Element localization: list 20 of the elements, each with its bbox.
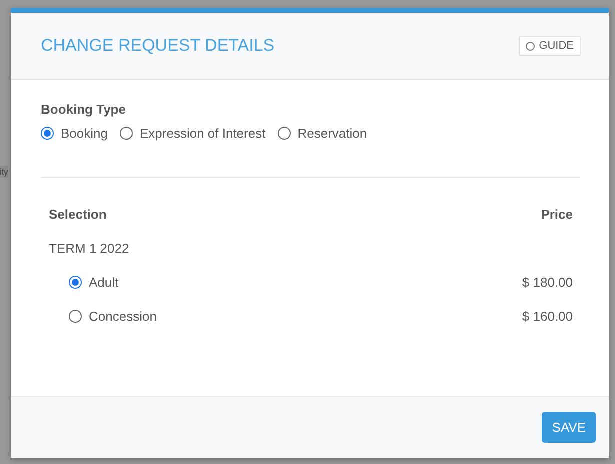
radio-label[interactable]: Adult xyxy=(89,275,119,290)
price-text: $ 160.00 xyxy=(522,309,573,324)
group-label: TERM 1 2022 xyxy=(49,241,130,256)
radio-button[interactable] xyxy=(69,276,82,289)
field-label: Booking Type xyxy=(41,102,127,117)
radio-label[interactable]: Reservation xyxy=(298,126,368,141)
radio-button[interactable] xyxy=(120,127,133,140)
background-text: ity xyxy=(0,166,8,178)
radio-label[interactable]: Booking xyxy=(61,126,108,141)
column-header: Selection xyxy=(49,207,107,222)
radio-button[interactable] xyxy=(41,127,54,140)
radio-label[interactable]: Concession xyxy=(89,309,157,324)
column-header: Price xyxy=(541,207,573,222)
dialog-title: CHANGE REQUEST DETAILS xyxy=(41,36,275,56)
radio-button[interactable] xyxy=(278,127,291,140)
radio-label[interactable]: Expression of Interest xyxy=(140,126,266,141)
guide-button[interactable]: GUIDE xyxy=(519,36,581,56)
circle-icon xyxy=(526,42,536,50)
price-text: $ 180.00 xyxy=(522,275,573,290)
radio-button[interactable] xyxy=(69,310,82,323)
